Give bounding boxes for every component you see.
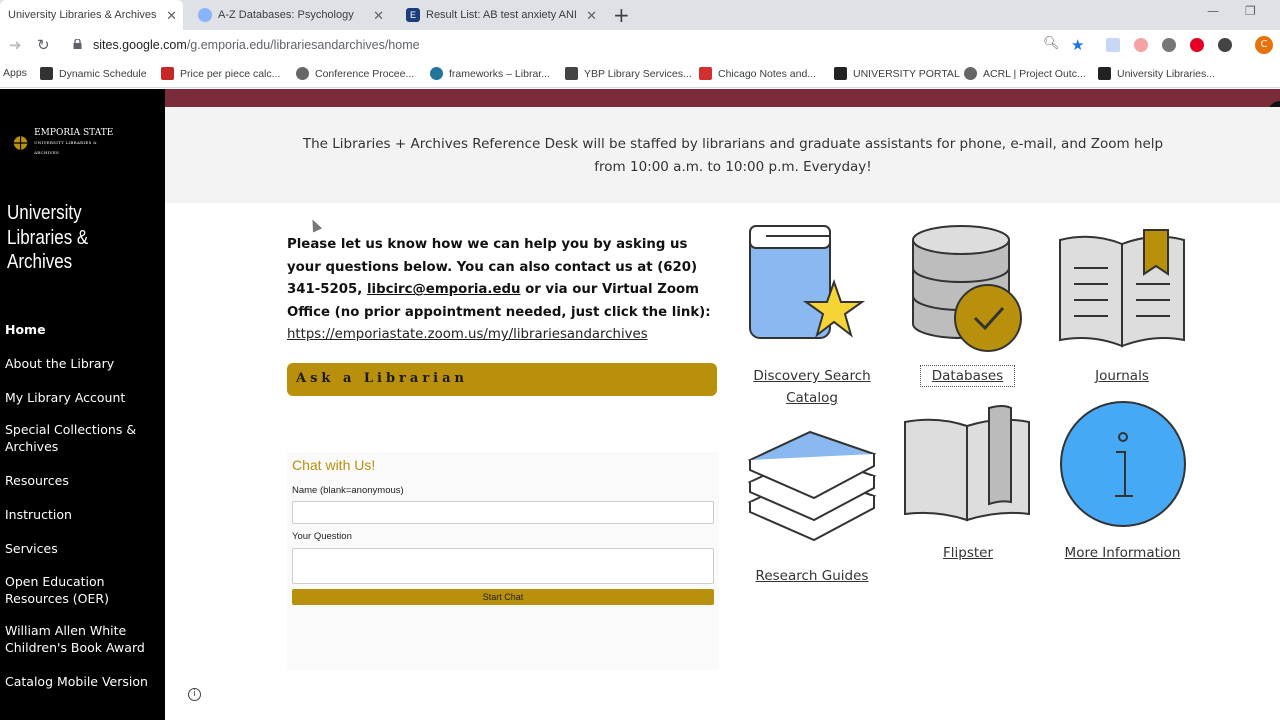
flipster-magazine-icon[interactable] [903,404,1033,524]
chat-question-label: Your Question [292,531,352,542]
sidebar-item-william-allen-white[interactable]: William Allen White Children's Book Awar… [5,622,155,656]
discovery-search-link[interactable]: Discovery Search Catalog [752,365,872,409]
extension-circle-icon[interactable] [1162,38,1176,52]
restore-icon[interactable]: ❐ [1245,4,1256,18]
contact-paragraph: Please let us know how we can help you b… [287,234,717,347]
extension-arrow-icon[interactable] [1134,38,1148,52]
tab-title: Result List: AB test anxiety AND ... [426,9,576,21]
databases-link[interactable]: Databases [920,365,1015,387]
bookmark-icon [161,67,174,80]
ebsco-icon: E [406,8,420,22]
lock-icon [73,39,82,49]
logo-sub-text: UNIVERSITY LIBRARIES & ARCHIVES [34,140,98,155]
more-information-link[interactable]: More Information [1050,542,1195,564]
open-book-bookmark-icon[interactable] [1058,228,1188,350]
tab-title: University Libraries & Archives [8,9,157,21]
sidebar-item-instruction[interactable]: Instruction [5,506,155,523]
sidebar-item-about[interactable]: About the Library [5,355,155,372]
profile-avatar[interactable]: C [1255,36,1273,54]
url-path: /g.emporia.edu/librariesandarchives/home [186,38,420,52]
bookmark-chicago-notes[interactable]: Chicago Notes and... [699,67,816,80]
zoom-link[interactable]: https://emporiastate.zoom.us/my/librarie… [287,327,648,342]
globe-icon [296,67,309,80]
journals-link[interactable]: Journals [1072,365,1172,387]
emporia-state-logo[interactable]: EMPORIA STATE UNIVERSITY LIBRARIES & ARC… [10,128,120,157]
flipster-link[interactable]: Flipster [918,542,1018,564]
sidebar-item-resources[interactable]: Resources [5,472,155,489]
zoom-icon[interactable]: 🔍︎ [1043,36,1060,51]
reload-icon[interactable]: ↻ [37,36,50,54]
sidebar-item-special-collections[interactable]: Special Collections & Archives [5,421,155,455]
announcement-text: The Libraries + Archives Reference Desk … [302,136,1164,175]
sidebar: EMPORIA STATE UNIVERSITY LIBRARIES & ARC… [0,89,165,720]
browser-tab-bar: University Libraries & Archives ✕ A-Z Da… [0,0,1280,30]
research-guides-link[interactable]: Research Guides [752,565,872,587]
tab-university-libraries[interactable]: University Libraries & Archives ✕ [0,0,183,30]
bookmark-icon [1098,67,1111,80]
extension-check-icon[interactable] [1218,38,1232,52]
start-chat-button[interactable]: Start Chat [292,589,714,605]
chat-question-textarea[interactable] [292,548,714,584]
extension-doc-icon[interactable] [1106,38,1120,52]
sidebar-item-catalog-mobile[interactable]: Catalog Mobile Version [5,673,155,690]
browser-toolbar: ➜ ↻ sites.google.com/g.emporia.edu/libra… [0,30,1280,60]
new-tab-button[interactable]: + [613,3,630,27]
site-title[interactable]: University Libraries & Archives [7,201,135,275]
chat-name-label: Name (blank=anonymous) [292,485,404,496]
bookmark-icon [40,67,53,80]
forward-icon[interactable]: ➜ [9,36,22,54]
bookmark-dynamic-schedule[interactable]: Dynamic Schedule [40,67,147,80]
tab-title: A-Z Databases: Psychology [218,9,354,21]
logo-main-text: EMPORIA STATE [34,128,114,138]
bookmark-acrl[interactable]: ACRL | Project Outc... [964,67,1086,80]
chat-name-input[interactable] [292,501,714,524]
g-icon [565,67,578,80]
book-stack-icon[interactable] [748,430,878,546]
bookmark-star-icon[interactable]: ★ [1071,36,1084,54]
wordpress-icon [430,67,443,80]
sidebar-item-home[interactable]: Home [5,321,155,338]
bookmark-frameworks[interactable]: frameworks – Librar... [430,67,550,80]
url-host: sites.google.com [93,38,187,52]
close-tab-icon[interactable]: ✕ [373,8,384,24]
cloud-icon [198,8,212,22]
bookmark-apps[interactable]: Apps [3,67,27,79]
header-bar [165,89,1280,107]
book-star-icon[interactable] [748,224,872,348]
info-circle-icon[interactable] [1059,400,1187,528]
bookmark-icon [834,67,847,80]
minimize-icon[interactable]: — [1207,4,1219,18]
database-check-icon[interactable] [911,224,1026,352]
hornet-icon [13,136,28,150]
bookmark-university-portal[interactable]: UNIVERSITY PORTAL [834,67,960,80]
sidebar-item-services[interactable]: Services [5,540,155,557]
sidebar-item-my-library-account[interactable]: My Library Account [5,389,155,406]
mouse-cursor [307,217,323,233]
bookmark-university-libraries[interactable]: University Libraries... [1098,67,1215,80]
chat-widget: Chat with Us! Name (blank=anonymous) You… [287,452,719,670]
tab-a-z-databases[interactable]: A-Z Databases: Psychology ✕ [190,0,390,30]
close-tab-icon[interactable]: ✕ [586,8,597,24]
sidebar-item-oer[interactable]: Open Education Resources (OER) [5,573,155,607]
ask-a-librarian-button[interactable]: Ask a Librarian [287,363,717,396]
globe-icon [964,67,977,80]
bookmark-price-per-piece[interactable]: Price per piece calc... [161,67,280,80]
close-tab-icon[interactable]: ✕ [166,8,177,24]
address-bar[interactable]: sites.google.com/g.emporia.edu/libraries… [93,38,420,52]
bookmark-conference[interactable]: Conference Procee... [296,67,414,80]
tab-result-list[interactable]: E Result List: AB test anxiety AND ... ✕ [398,0,603,30]
bookmark-icon [699,67,712,80]
bookmarks-bar: Apps Dynamic Schedule Price per piece ca… [0,60,1280,88]
info-icon[interactable]: i [188,688,201,701]
bookmark-ybp[interactable]: YBP Library Services... [565,67,692,80]
chat-title: Chat with Us! [292,457,376,473]
pinterest-icon[interactable] [1190,38,1204,52]
email-link[interactable]: libcirc@emporia.edu [367,282,520,297]
